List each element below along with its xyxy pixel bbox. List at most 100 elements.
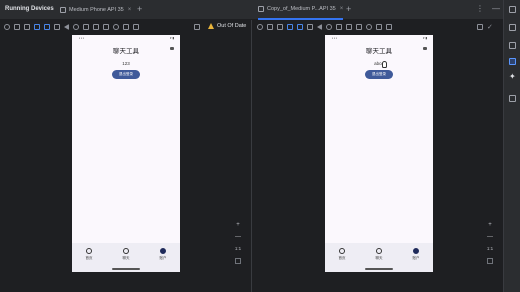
device-screen-1[interactable]: ▪ ▪ ▪ ▾ ▮ 聊天工具 123 退出登录 首页 聊天 账户 [72, 35, 180, 272]
add-tab-icon[interactable]: + [137, 4, 142, 14]
home-icon[interactable] [73, 24, 79, 30]
rotate-right-icon[interactable] [297, 24, 303, 30]
device-manager-icon[interactable] [509, 24, 516, 31]
volume-down-icon[interactable] [277, 24, 283, 30]
out-of-date-status[interactable]: Out Of Date [208, 23, 246, 29]
overview-icon[interactable] [336, 24, 342, 30]
nav-label: 首页 [338, 256, 346, 260]
tab-medium-phone[interactable]: Medium Phone API 35 × [60, 0, 131, 20]
layout-inspector-icon[interactable] [194, 24, 200, 30]
snapshot-icon[interactable] [123, 24, 129, 30]
nav-label: 首页 [85, 256, 93, 260]
extended-controls-icon[interactable] [133, 24, 139, 30]
minimize-icon[interactable]: — [492, 4, 500, 13]
device-icon [60, 7, 66, 13]
nav-label: 账户 [159, 256, 167, 260]
nav-item-account[interactable]: 账户 [406, 248, 426, 261]
overview-icon[interactable] [83, 24, 89, 30]
volume-down-icon[interactable] [24, 24, 30, 30]
rotate-right-icon[interactable] [44, 24, 50, 30]
volume-up-icon[interactable] [14, 24, 20, 30]
right-tool-rail: ✦ [503, 0, 520, 292]
screenshot-icon[interactable] [346, 24, 352, 30]
snapshot-icon[interactable] [376, 24, 382, 30]
device-toolbar-left [4, 20, 139, 34]
nav-item-account[interactable]: 账户 [153, 248, 173, 261]
home-icon[interactable] [326, 24, 332, 30]
close-icon[interactable]: × [128, 7, 132, 13]
power-icon[interactable] [257, 24, 263, 30]
gesture-home-bar[interactable] [112, 268, 140, 270]
layout-inspector-icon[interactable] [477, 24, 483, 30]
device-screen-2[interactable]: ▪ ▪ ▪ ▾ ▮ 聊天工具 abcd 退出登录 首页 聊天 账户 [325, 35, 433, 272]
status-bar: ▪ ▪ ▪ ▾ ▮ [325, 36, 433, 41]
message-text: abcd [374, 61, 384, 66]
bottom-navigation: 首页 聊天 账户 [325, 243, 433, 272]
device-icon [258, 6, 264, 12]
device-mirroring-icon[interactable] [509, 42, 516, 49]
message-text: 123 [122, 61, 130, 66]
nav-item-chat[interactable]: 聊天 [369, 248, 389, 261]
tab-label: Medium Phone API 35 [69, 7, 124, 13]
chat-icon [123, 248, 129, 254]
zoom-out-button[interactable]: — [233, 231, 243, 243]
device-explorer-icon[interactable] [509, 95, 516, 102]
zoom-actual-size-button[interactable]: 1:1 [485, 243, 495, 255]
account-icon [160, 248, 166, 254]
check-icon[interactable]: ✓ [487, 23, 493, 31]
screenshot-icon[interactable] [93, 24, 99, 30]
status-signal-icon: ▾ ▮ [170, 36, 174, 40]
gesture-home-bar[interactable] [365, 268, 393, 270]
phone-icon [339, 248, 345, 254]
zoom-out-button[interactable]: — [485, 231, 495, 243]
notifications-icon[interactable] [509, 6, 516, 13]
status-bar: ▪ ▪ ▪ ▾ ▮ [72, 36, 180, 41]
volume-up-icon[interactable] [267, 24, 273, 30]
device-toolbar-right-extra: ✓ [477, 20, 493, 34]
tab-bar: Running Devices Medium Phone API 35 × + … [0, 0, 520, 20]
fold-icon[interactable] [54, 24, 60, 30]
more-options-icon[interactable]: ⋮ [476, 4, 484, 13]
rotate-left-icon[interactable] [34, 24, 40, 30]
app-title: 聊天工具 [113, 48, 139, 55]
tab-label: Copy_of_Medium P...API 35 [267, 6, 336, 12]
nav-label: 账户 [412, 256, 420, 260]
zoom-actual-size-button[interactable]: 1:1 [233, 243, 243, 255]
screen-record-icon[interactable] [103, 24, 109, 30]
nav-item-chat[interactable]: 聊天 [116, 248, 136, 261]
toolbar-action-icon[interactable] [423, 47, 427, 50]
zoom-controls-1: + — 1:1 [233, 219, 243, 264]
logout-button[interactable]: 退出登录 [112, 70, 140, 79]
close-icon[interactable]: × [340, 6, 344, 12]
back-icon[interactable] [317, 24, 322, 30]
logout-button[interactable]: 退出登录 [365, 70, 393, 79]
power-icon[interactable] [4, 24, 10, 30]
app-title: 聊天工具 [366, 48, 392, 55]
zoom-fit-icon[interactable] [235, 258, 241, 264]
phone-icon [86, 248, 92, 254]
back-icon[interactable] [64, 24, 69, 30]
nav-label: 聊天 [122, 256, 130, 260]
screen-record-icon[interactable] [356, 24, 362, 30]
status-clock-icon: ▪ ▪ ▪ [332, 36, 337, 40]
mouse-cursor-icon [382, 61, 387, 68]
zoom-controls-2: + — 1:1 [485, 219, 495, 264]
undo-icon[interactable] [366, 24, 372, 30]
tool-window-title: Running Devices [5, 6, 54, 12]
tab-copy-of-medium-phone[interactable]: Copy_of_Medium P...API 35 × [258, 0, 344, 20]
nav-item-home[interactable]: 首页 [79, 248, 99, 261]
nav-item-home[interactable]: 首页 [332, 248, 352, 261]
status-clock-icon: ▪ ▪ ▪ [79, 36, 84, 40]
rotate-left-icon[interactable] [287, 24, 293, 30]
toolbar-action-icon[interactable] [170, 47, 174, 50]
gemini-icon[interactable]: ✦ [509, 72, 516, 81]
fold-icon[interactable] [307, 24, 313, 30]
zoom-fit-icon[interactable] [487, 258, 493, 264]
device-toolbar-right [257, 20, 392, 34]
undo-icon[interactable] [113, 24, 119, 30]
running-devices-icon[interactable] [509, 58, 516, 65]
zoom-in-button[interactable]: + [233, 219, 243, 231]
zoom-in-button[interactable]: + [485, 219, 495, 231]
add-tab-icon[interactable]: + [346, 4, 351, 14]
extended-controls-icon[interactable] [386, 24, 392, 30]
